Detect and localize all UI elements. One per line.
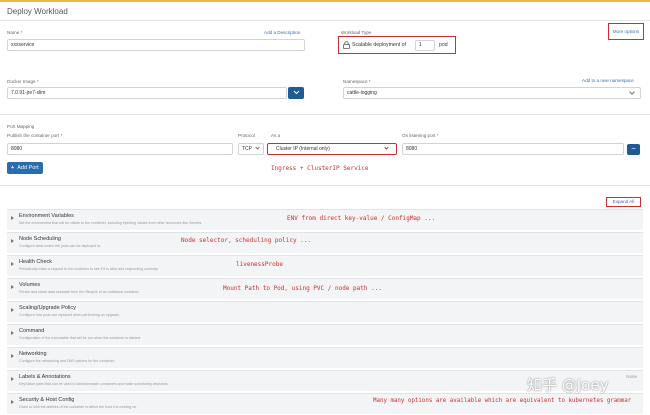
listening-port-input[interactable]: 8080 <box>402 143 624 155</box>
section-description: Configure how pods are replaced when per… <box>19 313 120 317</box>
plus-icon: + <box>11 165 15 171</box>
service-type-select[interactable]: Cluster IP (Internal only) <box>267 143 397 155</box>
section-description: Set the environment that will be visible… <box>19 221 203 225</box>
annotation-bottom: Many many options are available which ar… <box>373 398 632 404</box>
caret-right-icon <box>11 400 14 404</box>
section-title: Networking <box>19 351 47 357</box>
caret-right-icon <box>11 216 14 220</box>
namespace-select[interactable]: cattle-logging <box>343 87 641 99</box>
annotation-env: ENV from direct key-value / ConfigMap ..… <box>287 215 436 222</box>
section-description: Persist and share data separate from the… <box>19 290 140 294</box>
page-title: Deploy Workload <box>7 7 68 16</box>
section-description: Key/Value pairs that can be used to labe… <box>19 382 169 386</box>
workload-type-box: Scalable deployment of 1 pod <box>338 36 456 54</box>
section-title: Node Scheduling <box>19 236 61 242</box>
title-divider <box>0 20 650 21</box>
section-node-scheduling[interactable]: Node Scheduling Configure what nodes the… <box>7 232 643 253</box>
scalable-unit: pod <box>439 42 448 48</box>
more-options-link[interactable]: More options <box>608 23 644 40</box>
section-title: Scaling/Upgrade Policy <box>19 305 76 311</box>
caret-right-icon <box>11 262 14 266</box>
section-description: Configure the networking and DNS options… <box>19 359 115 363</box>
lock-icon <box>343 41 350 49</box>
section-scaling-upgrade-policy[interactable]: Scaling/Upgrade Policy Configure how pod… <box>7 301 643 322</box>
image-search-button[interactable] <box>288 87 304 99</box>
expand-all-link[interactable]: Expand All <box>606 197 641 207</box>
annotation-node: Node selector, scheduling policy ... <box>181 237 312 244</box>
top-accent-bar <box>0 0 650 2</box>
workload-type-label: Workload Type <box>341 30 372 35</box>
name-label: Name * <box>7 30 23 35</box>
publish-port-input[interactable]: 8080 <box>7 143 233 155</box>
as-a-label: As a <box>271 133 281 138</box>
caret-right-icon <box>11 354 14 358</box>
add-port-label: Add Port <box>17 165 39 171</box>
section-health-check[interactable]: Health Check Periodically make a request… <box>7 255 643 276</box>
section-description: Configuration of the executable that wil… <box>19 336 141 340</box>
name-input[interactable]: xxxservice <box>7 39 305 51</box>
add-port-button[interactable]: + Add Port <box>7 162 43 174</box>
scalable-text: Scalable deployment of <box>352 42 406 48</box>
section-title: Environment Variables <box>19 213 74 219</box>
section-title: Labels & Annotations <box>19 374 71 380</box>
add-description-link[interactable]: Add a Description <box>264 30 300 35</box>
section-title: Volumes <box>19 282 41 288</box>
caret-right-icon <box>11 285 14 289</box>
watermark: 知乎 @Joey <box>527 376 609 394</box>
caret-right-icon <box>11 331 14 335</box>
port-mapping-label: Port Mapping <box>7 124 35 129</box>
caret-right-icon <box>11 239 14 243</box>
divider <box>0 114 650 115</box>
caret-right-icon <box>11 308 14 312</box>
section-command[interactable]: Command Configuration of the executable … <box>7 324 643 345</box>
divider <box>0 185 650 186</box>
annotation-ingress: Ingress + ClusterIP Service <box>271 165 369 172</box>
namespace-label: Namespace * <box>343 79 371 84</box>
publish-port-label: Publish the container port * <box>7 133 63 138</box>
protocol-label: Protocol <box>238 133 255 138</box>
caret-right-icon <box>11 377 14 381</box>
docker-image-input[interactable]: 7.0.91-jre7-slim <box>7 87 287 99</box>
add-namespace-link[interactable]: Add to a new namespace <box>582 78 634 83</box>
section-title: Health Check <box>19 259 53 265</box>
docker-image-label: Docker Image * <box>7 79 39 84</box>
annotation-volumes: Mount Path to Pod, using PVC / node path… <box>223 285 382 292</box>
annotation-health: livenessProbe <box>236 261 283 268</box>
section-title: Command <box>19 328 45 334</box>
section-networking[interactable]: Networking Configure the networking and … <box>7 347 643 368</box>
section-description: Configure what nodes the pods can be dep… <box>19 244 102 248</box>
remove-port-button[interactable]: − <box>627 144 640 155</box>
scale-count-input[interactable]: 1 <box>415 40 435 51</box>
section-title: Security & Host Config <box>19 397 75 403</box>
chevron-down-icon <box>293 90 299 95</box>
protocol-select[interactable]: TCP <box>238 143 264 155</box>
section-description: Periodically make a request to the conta… <box>19 267 159 271</box>
section-description: Grant or limit the abilities of the cont… <box>19 405 138 409</box>
listening-port-label: On listening port * <box>402 133 439 138</box>
section-badge: None <box>626 374 637 379</box>
